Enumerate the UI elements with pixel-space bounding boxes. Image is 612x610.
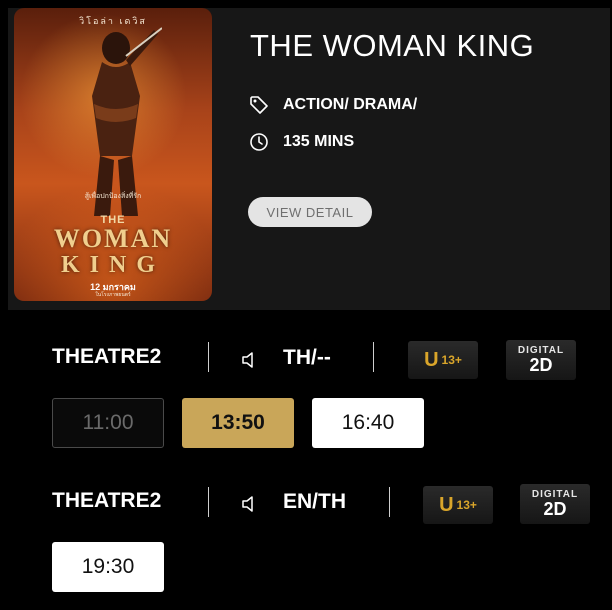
divider — [373, 342, 374, 372]
poster-tagline: สู้เพื่อปกป้องสิ่งที่รัก — [84, 193, 142, 200]
rating-letter: U — [424, 348, 439, 371]
theatre-name: THEATRE2 — [52, 489, 162, 512]
tag-icon — [249, 95, 269, 115]
genre-row: ACTION/ DRAMA/ — [249, 95, 417, 115]
format-label-bottom: 2D — [529, 355, 553, 375]
rating-badge: U 13+ — [408, 341, 478, 379]
audio-language: TH/-- — [283, 346, 331, 369]
speaker-icon — [240, 350, 260, 370]
showtime-row: THEATRE2 — [52, 337, 202, 377]
audio-language: EN/TH — [283, 490, 346, 513]
rating-age: 13+ — [456, 498, 477, 512]
divider — [208, 487, 209, 517]
showtime-row: THEATRE2 — [52, 481, 202, 521]
poster-figure-illustration — [92, 27, 162, 216]
poster-title-king: KING — [60, 252, 165, 278]
showtime-button[interactable]: 16:40 — [312, 398, 424, 448]
showtime-button[interactable]: 19:30 — [52, 542, 164, 592]
divider — [208, 342, 209, 372]
poster-title-woman: WOMAN — [53, 224, 173, 253]
divider — [389, 487, 390, 517]
rating-letter: U — [439, 493, 454, 516]
clock-icon — [249, 132, 269, 152]
format-badge: DIGITAL 2D — [506, 340, 576, 380]
format-label-bottom: 2D — [543, 499, 567, 519]
movie-title: THE WOMAN KING — [250, 28, 535, 63]
duration-text: 135 MINS — [283, 133, 355, 150]
duration-row: 135 MINS — [249, 132, 354, 152]
movie-poster[interactable]: วิโอล่า เดวิส สู้เพื่อปกป้องสิ่งที่รัก T… — [14, 8, 212, 301]
showtime-button-selected[interactable]: 13:50 — [182, 398, 294, 448]
theatre-name: THEATRE2 — [52, 345, 162, 368]
rating-badge: U 13+ — [423, 486, 493, 524]
showtime-button-past: 11:00 — [52, 398, 164, 448]
view-detail-button[interactable]: VIEW DETAIL — [248, 197, 372, 227]
genre-text: ACTION/ DRAMA/ — [283, 96, 418, 113]
speaker-icon — [240, 494, 260, 514]
format-badge: DIGITAL 2D — [520, 484, 590, 524]
rating-age: 13+ — [441, 353, 462, 367]
poster-subtext: ในโรงภาพยนตร์ — [95, 292, 131, 298]
